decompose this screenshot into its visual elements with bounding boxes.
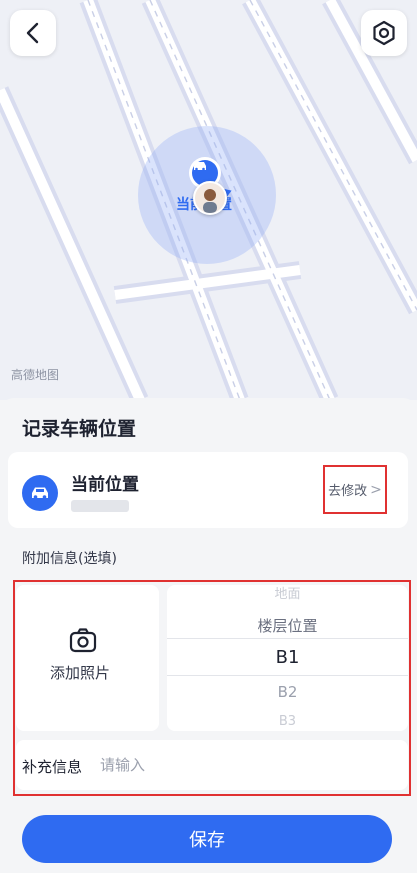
- blurred-address: [71, 500, 129, 512]
- settings-button[interactable]: [361, 10, 407, 56]
- back-button[interactable]: [10, 10, 56, 56]
- map-credit: 高德地图: [11, 368, 60, 382]
- car-icon: [22, 475, 58, 511]
- user-avatar: [193, 181, 227, 215]
- modify-location-button[interactable]: 去修改 >: [323, 465, 387, 514]
- sheet-title: 记录车辆位置: [22, 418, 137, 440]
- modify-label: 去修改: [328, 484, 368, 499]
- save-button[interactable]: 保存: [22, 815, 392, 863]
- chevron-right-icon: >: [370, 481, 382, 498]
- chevron-left-icon: [26, 22, 39, 44]
- map-view[interactable]: 当前位置 高德地图: [0, 0, 417, 400]
- highlight-box: [13, 580, 411, 796]
- extra-info-label: 附加信息(选填): [22, 551, 117, 567]
- current-position-title: 当前位置: [71, 475, 139, 495]
- hexagon-gear-icon: [373, 20, 395, 46]
